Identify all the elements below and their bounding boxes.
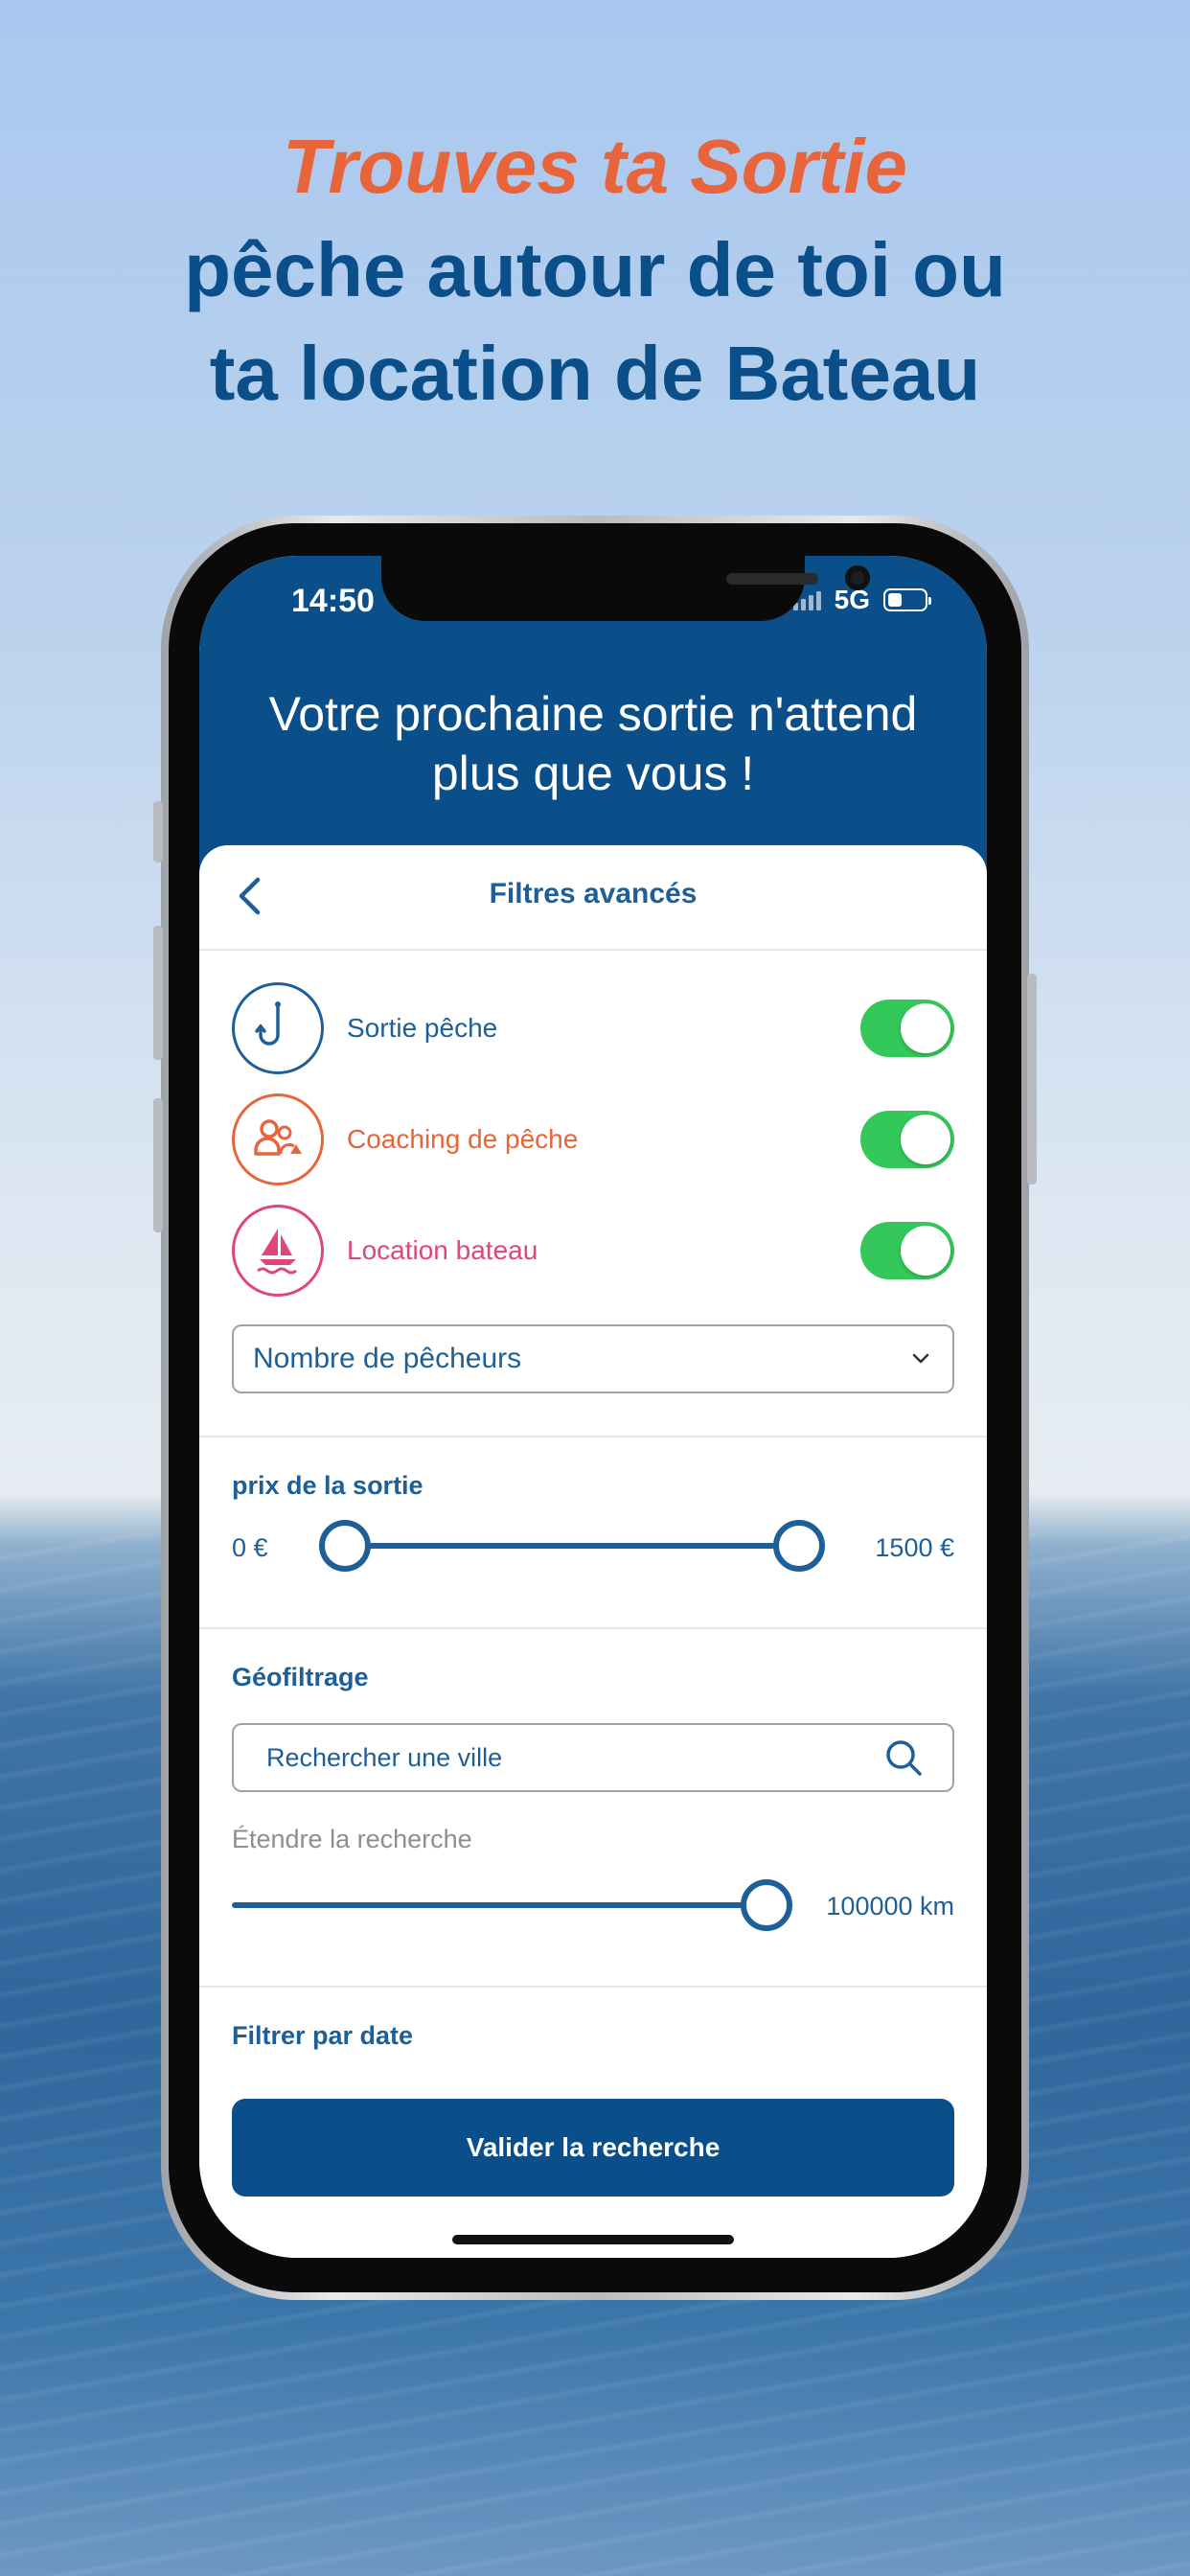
- price-min-label: 0 €: [232, 1533, 268, 1562]
- date-section-label: Filtrer par date: [232, 2021, 414, 2050]
- toggle-coaching[interactable]: [860, 1111, 954, 1168]
- price-max-label: 1500 €: [875, 1533, 954, 1562]
- filter-label: Location bateau: [347, 1235, 538, 1265]
- battery-level: [888, 593, 902, 607]
- front-camera: [845, 565, 870, 590]
- earpiece-speaker: [726, 573, 818, 585]
- distance-slider-thumb[interactable]: [741, 1879, 792, 1931]
- headline-line-3: ta location de Bateau: [209, 331, 981, 416]
- phone-volume-down-button: [153, 1098, 163, 1232]
- phone-notch: [381, 556, 870, 621]
- search-icon: [886, 1740, 922, 1776]
- filter-label: Sortie pêche: [347, 1013, 498, 1043]
- search-placeholder: Rechercher une ville: [266, 1742, 503, 1772]
- section-divider: [199, 1436, 987, 1438]
- toggle-location-bateau[interactable]: [860, 1222, 954, 1279]
- filter-row-location-bateau: Location bateau: [232, 1203, 954, 1299]
- phone-volume-up-button: [153, 926, 163, 1060]
- promo-headline: Trouves ta Sortie pêche autour de toi ou…: [0, 115, 1190, 426]
- price-max-thumb[interactable]: [773, 1520, 825, 1572]
- filter-row-sortie-peche: Sortie pêche: [232, 980, 954, 1076]
- city-search-input[interactable]: Rechercher une ville: [232, 1723, 954, 1792]
- battery-icon: [883, 588, 931, 611]
- toggle-sortie-peche[interactable]: [860, 1000, 954, 1057]
- toggle-knob: [901, 1115, 950, 1164]
- hero-line-2: plus que vous !: [431, 747, 755, 800]
- sailboat-icon: [232, 1205, 324, 1297]
- fishers-count-select[interactable]: Nombre de pêcheurs: [232, 1324, 954, 1393]
- coaching-group-icon: [232, 1093, 324, 1185]
- phone-screen: 14:50 5G Votre prochaine sortie n'attend…: [199, 556, 987, 2258]
- toggle-knob: [901, 1003, 950, 1053]
- price-min-thumb[interactable]: [319, 1520, 371, 1572]
- status-time: 14:50: [291, 583, 375, 619]
- filter-row-coaching: Coaching de pêche: [232, 1092, 954, 1187]
- select-value: Nombre de pêcheurs: [253, 1343, 522, 1374]
- home-indicator: [452, 2235, 734, 2244]
- headline-line-2: pêche autour de toi ou: [184, 227, 1006, 312]
- fishing-hook-icon: [232, 982, 324, 1074]
- hero-line-1: Votre prochaine sortie n'attend: [268, 687, 918, 741]
- section-divider: [199, 1627, 987, 1629]
- phone-power-button: [1027, 974, 1037, 1184]
- geo-section-label: Géofiltrage: [232, 1663, 369, 1691]
- page-title: Filtres avancés: [489, 878, 698, 909]
- filters-sheet: Filtres avancés Sortie pêche Coaching de…: [199, 845, 987, 2258]
- distance-slider-track[interactable]: [232, 1902, 774, 1908]
- price-slider-track[interactable]: [345, 1543, 799, 1549]
- section-divider: [199, 1986, 987, 1988]
- hero-message: Votre prochaine sortie n'attend plus que…: [199, 684, 987, 803]
- toggle-knob: [901, 1226, 950, 1276]
- validate-search-button[interactable]: Valider la recherche: [232, 2099, 954, 2196]
- price-section-label: prix de la sortie: [232, 1471, 423, 1500]
- extend-search-label: Étendre la recherche: [232, 1825, 472, 1853]
- nav-bar: Filtres avancés: [199, 845, 987, 951]
- distance-value: 100000 km: [826, 1892, 954, 1920]
- chevron-down-icon: [912, 1353, 929, 1364]
- headline-accent: Trouves ta Sortie: [282, 124, 908, 209]
- app-store-screenshot: Trouves ta Sortie pêche autour de toi ou…: [0, 0, 1190, 2576]
- phone-mute-switch: [153, 801, 163, 862]
- filter-label: Coaching de pêche: [347, 1124, 579, 1154]
